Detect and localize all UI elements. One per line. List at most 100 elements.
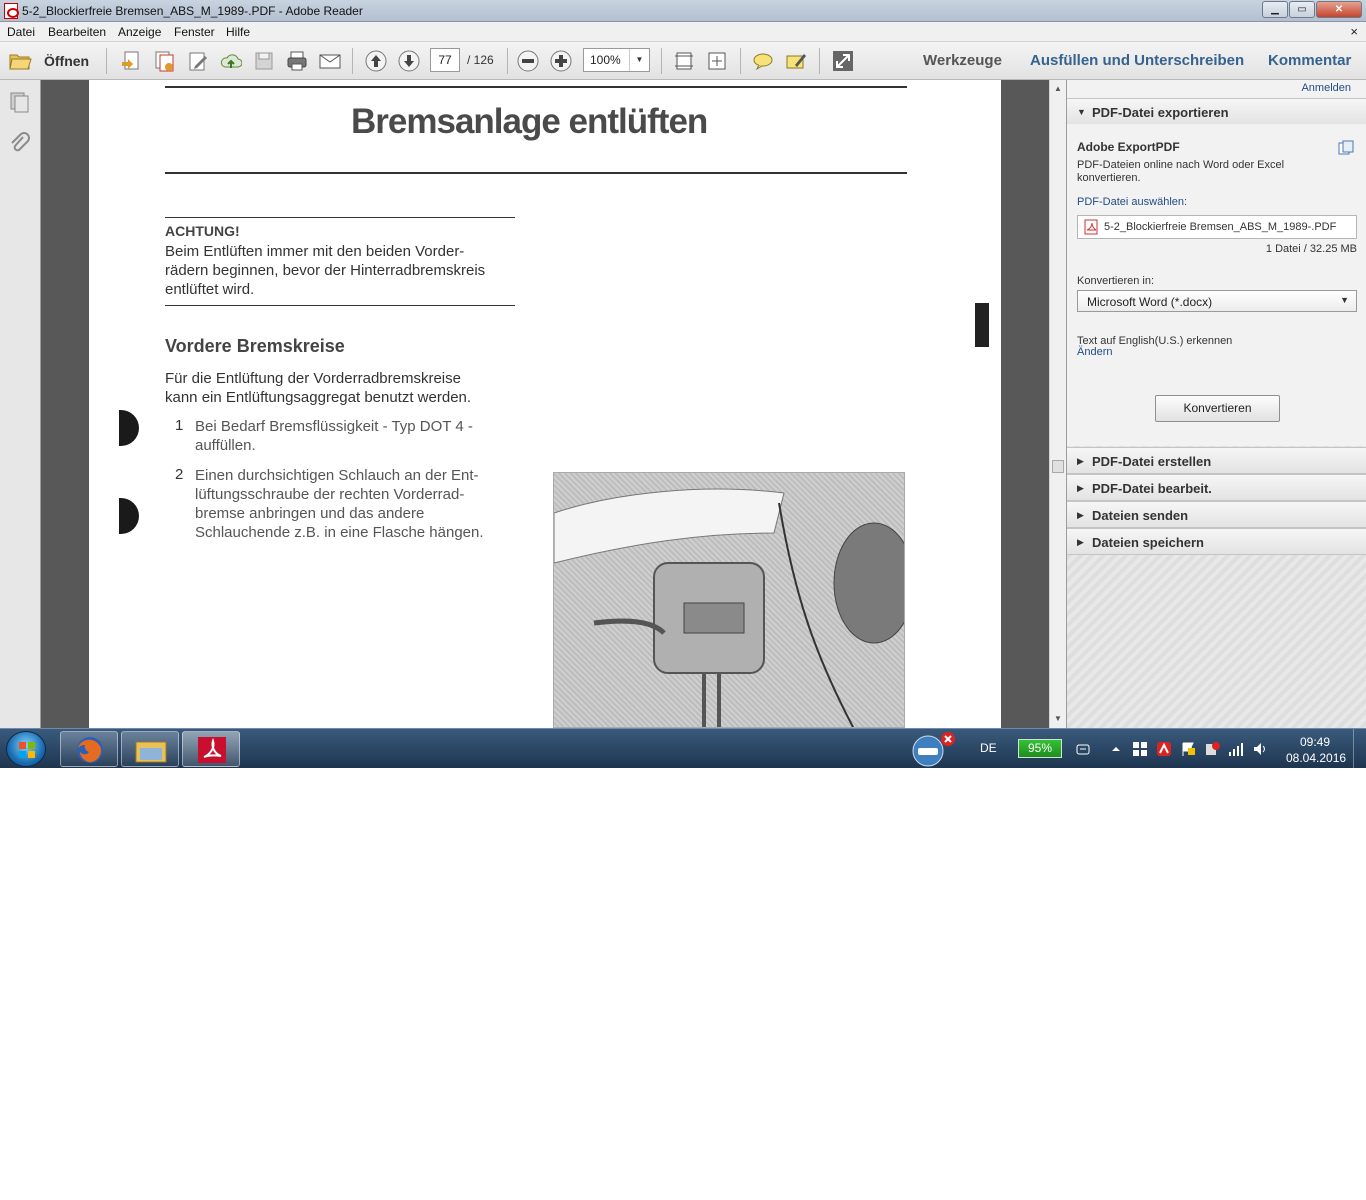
- create-pdf-icon: [122, 51, 139, 70]
- highlight-button[interactable]: [785, 50, 807, 72]
- section-edit-pdf[interactable]: ▶ PDF-Datei bearbeit.: [1067, 474, 1366, 501]
- margin-marker: [119, 410, 139, 446]
- upload-button[interactable]: [220, 50, 243, 72]
- section-send-files[interactable]: ▶ Dateien senden: [1067, 501, 1366, 528]
- next-page-button[interactable]: [398, 50, 420, 72]
- chevron-down-icon[interactable]: ▼: [629, 49, 649, 71]
- maximize-button[interactable]: ▭: [1289, 1, 1315, 18]
- fill-sign-link[interactable]: Ausfüllen und Unterschreiben: [1030, 52, 1244, 69]
- fit-width-icon: [708, 52, 726, 70]
- scroll-thumb[interactable]: [1052, 460, 1064, 473]
- warning-rule-bottom: [165, 305, 515, 306]
- step-line: Bei Bedarf Bremsflüssigkeit - Typ DOT 4 …: [195, 418, 473, 435]
- upload-icon: [220, 54, 243, 68]
- adobe-reader-taskbar-button[interactable]: [182, 731, 240, 767]
- previous-page-button[interactable]: [365, 50, 387, 72]
- fit-width-button[interactable]: [706, 50, 728, 72]
- tray-app-button[interactable]: [906, 731, 958, 767]
- vertical-scrollbar[interactable]: ▲ ▼: [1049, 80, 1066, 728]
- selected-file-field[interactable]: 5-2_Blockierfreie Bremsen_ABS_M_1989-.PD…: [1077, 215, 1357, 239]
- zoom-value: 100%: [590, 53, 621, 67]
- pdf-file-icon: [1084, 219, 1098, 235]
- scroll-up-icon[interactable]: ▲: [1054, 84, 1062, 93]
- combine-button[interactable]: [153, 50, 175, 72]
- language-indicator[interactable]: DE: [980, 741, 997, 755]
- email-icon: [319, 54, 341, 69]
- close-button[interactable]: ✕: [1316, 1, 1362, 18]
- comment-link[interactable]: Kommentar: [1268, 52, 1351, 69]
- menu-fenster[interactable]: Fenster: [174, 25, 215, 39]
- service-description: PDF-Dateien online nach Word oder Excel …: [1077, 159, 1285, 184]
- clock-date[interactable]: 08.04.2016: [1286, 751, 1346, 765]
- section-create-pdf[interactable]: ▶ PDF-Datei erstellen: [1067, 447, 1366, 474]
- show-hidden-icons-icon[interactable]: [1108, 741, 1124, 757]
- title-bar: 5-2_Blockierfreie Bremsen_ABS_M_1989-.PD…: [0, 0, 1366, 22]
- zoom-select[interactable]: 100% ▼: [583, 48, 650, 72]
- comment-button[interactable]: [752, 50, 774, 72]
- show-desktop-button[interactable]: [1353, 729, 1366, 768]
- zoom-out-button[interactable]: [517, 50, 539, 72]
- cloud-info-icon[interactable]: [1338, 140, 1354, 156]
- change-language-link[interactable]: Ändern: [1077, 346, 1112, 358]
- pages-icon[interactable]: [8, 90, 32, 114]
- save-button[interactable]: [253, 50, 275, 72]
- open-folder-icon: [9, 54, 32, 70]
- fullscreen-button[interactable]: [832, 50, 854, 72]
- highlight-icon: [786, 54, 806, 69]
- print-button[interactable]: [286, 50, 308, 72]
- device-warning-icon[interactable]: [1204, 741, 1220, 757]
- tools-panel: Anmelden ▼ PDF-Datei exportieren Adobe E…: [1066, 80, 1366, 728]
- save-icon: [255, 52, 273, 70]
- zoom-in-button[interactable]: [550, 50, 572, 72]
- windows-flag-icon[interactable]: [1132, 741, 1148, 757]
- windows-logo-icon: [19, 742, 35, 758]
- fit-page-button[interactable]: [673, 50, 695, 72]
- scroll-down-icon[interactable]: ▼: [1054, 714, 1062, 723]
- convert-to-select[interactable]: Microsoft Word (*.docx) ▼: [1077, 290, 1357, 312]
- page-up-icon: [365, 50, 387, 72]
- edit-button[interactable]: [187, 50, 209, 72]
- battery-indicator[interactable]: 95%: [1018, 739, 1062, 758]
- minimize-button[interactable]: ▁: [1262, 1, 1288, 18]
- explorer-taskbar-button[interactable]: [121, 731, 179, 767]
- convert-button[interactable]: Konvertieren: [1155, 395, 1280, 422]
- action-center-flag-icon[interactable]: [1180, 741, 1196, 757]
- print-icon: [287, 51, 307, 71]
- car-diagnostic-icon: [912, 732, 955, 767]
- file-info: 1 Datei / 32.25 MB: [1265, 243, 1357, 255]
- convert-to-value: Microsoft Word (*.docx): [1087, 295, 1213, 309]
- page-total: / 126: [467, 53, 494, 67]
- document-area[interactable]: Bremsanlage entlüften ACHTUNG! Beim Entl…: [41, 80, 1049, 728]
- page-number-input[interactable]: 77: [430, 48, 460, 72]
- section-store-files[interactable]: ▶ Dateien speichern: [1067, 528, 1366, 555]
- comment-icon: [753, 53, 773, 71]
- network-signal-icon[interactable]: [1228, 741, 1244, 757]
- service-title: Adobe ExportPDF: [1077, 140, 1180, 154]
- create-pdf-button[interactable]: [120, 50, 142, 72]
- volume-icon[interactable]: [1252, 741, 1268, 757]
- menu-anzeige[interactable]: Anzeige: [118, 25, 161, 39]
- sign-in-link[interactable]: Anmelden: [1301, 82, 1351, 94]
- section-label: PDF-Datei erstellen: [1092, 454, 1212, 469]
- open-label: Öffnen: [44, 53, 90, 69]
- menu-hilfe[interactable]: Hilfe: [226, 25, 250, 39]
- power-plug-icon[interactable]: [1075, 741, 1091, 757]
- menu-bearbeiten[interactable]: Bearbeiten: [48, 25, 106, 39]
- page-edge-marker: [975, 303, 989, 347]
- close-document-icon[interactable]: ×: [1350, 24, 1358, 39]
- section-export-pdf[interactable]: ▼ PDF-Datei exportieren: [1067, 98, 1366, 125]
- start-button[interactable]: [6, 731, 46, 767]
- antivirus-icon[interactable]: [1156, 741, 1172, 757]
- open-button[interactable]: Öffnen: [8, 50, 89, 72]
- attachment-icon[interactable]: [8, 132, 32, 156]
- firefox-taskbar-button[interactable]: [60, 731, 118, 767]
- select-file-label: PDF-Datei auswählen:: [1077, 196, 1188, 208]
- expanded-icon: ▼: [1077, 107, 1086, 117]
- email-button[interactable]: [319, 50, 341, 72]
- clock-time[interactable]: 09:49: [1300, 735, 1330, 749]
- tools-link[interactable]: Werkzeuge: [923, 52, 1002, 69]
- warning-rule-top: [165, 217, 515, 218]
- chevron-down-icon: ▼: [1340, 295, 1349, 305]
- collapsed-icon: ▶: [1077, 456, 1084, 466]
- menu-datei[interactable]: Datei: [7, 25, 35, 39]
